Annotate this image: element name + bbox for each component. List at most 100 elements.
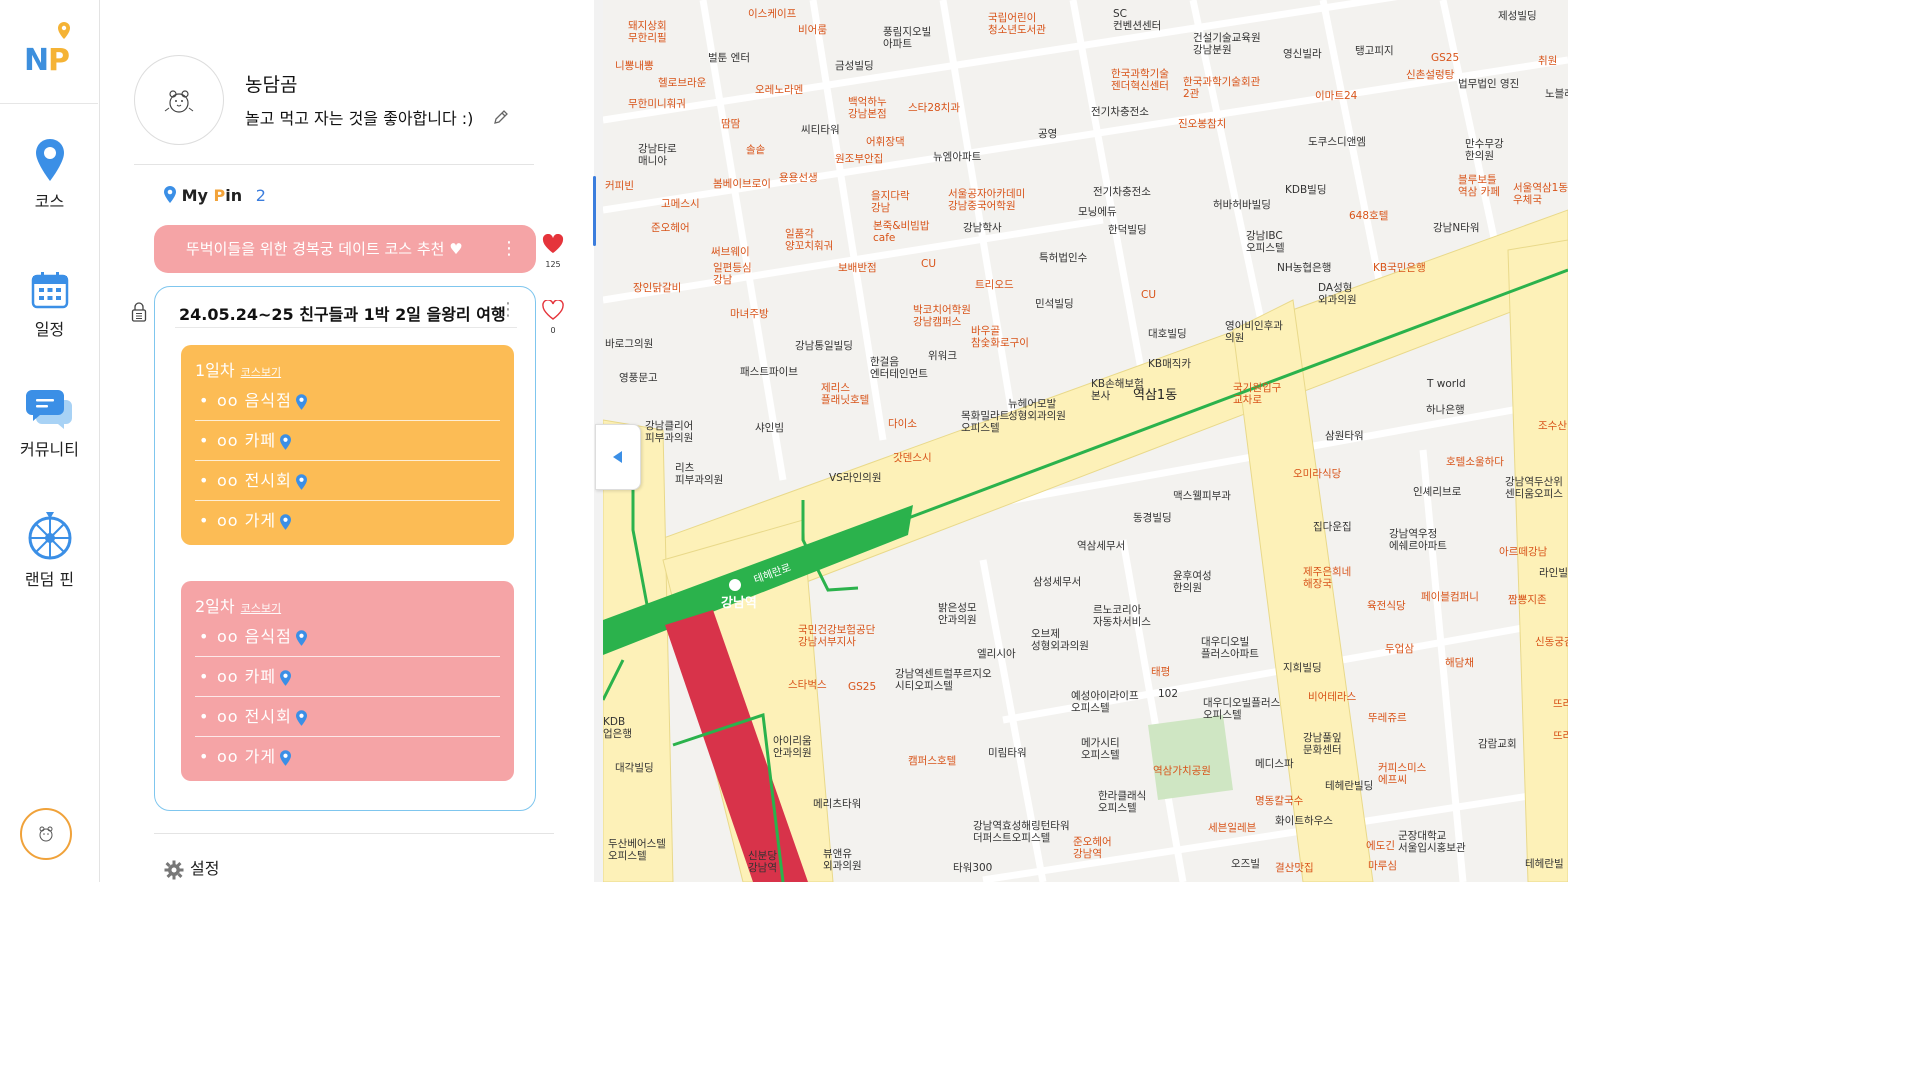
map-poi-label[interactable]: 테헤란빌 — [1525, 858, 1564, 870]
scrollbar[interactable] — [593, 176, 596, 246]
map-poi-label[interactable]: KB매직카 — [1148, 358, 1191, 370]
map-poi-label[interactable]: 스타28치과 — [908, 102, 960, 114]
app-logo[interactable]: N P — [22, 20, 78, 78]
map-poi-label[interactable]: 을지다락 강남 — [871, 190, 910, 214]
map-poi-label[interactable]: 공영 — [1038, 128, 1057, 140]
map-poi-label[interactable]: 영이비인후과 의원 — [1225, 320, 1283, 344]
map-poi-label[interactable]: 스타벅스 — [788, 679, 827, 691]
map-poi-label[interactable]: 비어테라스 — [1308, 691, 1356, 703]
map-poi-label[interactable]: 용용선생 — [779, 172, 818, 184]
map-poi-label[interactable]: 국립어린이 청소년도서관 — [988, 12, 1046, 36]
like-button-2[interactable]: 0 — [542, 299, 564, 335]
map-poi-label[interactable]: 백억하누 강남본점 — [848, 96, 887, 120]
map-poi-label[interactable]: 하나은행 — [1426, 404, 1465, 416]
map-poi-label[interactable]: 진오봉참치 — [1178, 118, 1226, 130]
map-poi-label[interactable]: 원조부안집 — [835, 153, 883, 165]
map-poi-label[interactable]: 뉴헤어모발 성형외과의원 — [1008, 398, 1066, 422]
map-poi-label[interactable]: 마루심 — [1368, 860, 1397, 872]
map-view[interactable]: 국립어린이 청소년도서관 SC 컨벤션센터 건설기술교육원 강남분원 영신빌라 탱고피지… — [603, 0, 1568, 882]
list-item[interactable]: oo 전시회 — [195, 697, 500, 737]
map-poi-label[interactable]: 오레노라멘 — [755, 84, 803, 96]
map-poi-label[interactable]: 메가시티 오피스텔 — [1081, 737, 1120, 761]
map-poi-label[interactable]: 제성빌딩 — [1498, 10, 1537, 22]
map-poi-label[interactable]: 솔솥 — [746, 144, 765, 156]
map-poi-label[interactable]: 국기원입구 교차로 — [1233, 382, 1281, 406]
map-poi-label[interactable]: 보배반점 — [838, 262, 877, 274]
map-poi-label[interactable]: GS25 — [1431, 52, 1459, 64]
map-poi-label[interactable]: 동경빌딩 — [1133, 512, 1172, 524]
map-poi-label[interactable]: 명동칼국수 — [1255, 795, 1303, 807]
map-poi-label[interactable]: 비어룸 — [798, 24, 827, 36]
list-item[interactable]: oo 음식점 — [195, 381, 500, 421]
map-poi-label[interactable]: 블루보틀 역삼 카페 — [1458, 174, 1500, 198]
map-poi-label[interactable]: 커피스미스 에프씨 — [1378, 762, 1426, 786]
nav-course[interactable]: 코스 — [0, 138, 99, 212]
map-poi-label[interactable]: 강남역두산위 센티움오피스 — [1505, 476, 1563, 500]
map-poi-label[interactable]: 육전식당 — [1367, 600, 1406, 612]
list-item[interactable]: oo 카페 — [195, 421, 500, 461]
map-poi-label[interactable]: 패스트파이브 — [740, 366, 798, 378]
map-poi-label[interactable]: 만수무강 한의원 — [1465, 138, 1504, 162]
map-poi-label[interactable]: KB국민은행 — [1373, 262, 1426, 274]
map-poi-label[interactable]: 헬로브라운 — [658, 77, 706, 89]
map-poi-label[interactable]: 뜨라네 — [1553, 730, 1568, 742]
map-poi-label[interactable]: 대각빌딩 — [615, 762, 654, 774]
edit-bio-button[interactable] — [492, 108, 510, 130]
map-poi-label[interactable]: 한걸음 엔터테인먼트 — [870, 356, 928, 380]
map-poi-label[interactable]: 영풍문고 — [619, 372, 658, 384]
map-poi-label[interactable]: 고메스시 — [661, 198, 700, 210]
map-poi-label[interactable]: 뉴엠아파트 — [933, 151, 981, 163]
nav-community[interactable]: 커뮤니티 — [0, 388, 99, 460]
map-poi-label[interactable]: 강남통일빌딩 — [795, 340, 853, 352]
map-poi-label[interactable]: 전기차충전소 — [1093, 186, 1151, 198]
map-poi-label[interactable]: KDB빌딩 — [1285, 184, 1327, 196]
more-icon[interactable]: ⋮ — [499, 299, 517, 320]
map-poi-label[interactable]: 강남학사 — [963, 222, 1002, 234]
like-button-1[interactable]: 125 — [542, 233, 564, 269]
map-poi-label[interactable]: 두산베어스텔 오피스텔 — [608, 838, 666, 862]
map-poi-label[interactable]: 타워300 — [953, 862, 992, 874]
map-poi-label[interactable]: 메디스파 — [1255, 758, 1294, 770]
map-poi-label[interactable]: 라인빌 — [1539, 567, 1568, 579]
map-poi-label[interactable]: 국민건강보험공단 강남서부지사 — [798, 624, 875, 648]
map-poi-label[interactable]: SC 컨벤션센터 — [1113, 8, 1161, 32]
map-poi-label[interactable]: 조수산 — [1538, 420, 1567, 432]
map-poi-label[interactable]: CU — [921, 258, 936, 270]
map-poi-label[interactable]: 건설기술교육원 강남분원 — [1193, 32, 1261, 56]
map-poi-label[interactable]: 강남N타워 — [1433, 222, 1480, 234]
map-poi-label[interactable]: 땀땀 — [721, 118, 740, 130]
map-poi-label[interactable]: T world — [1427, 378, 1466, 390]
map-poi-label[interactable]: VS라인의원 — [829, 472, 882, 484]
map-poi-label[interactable]: 서울공자아카데미 강남중국어학원 — [948, 188, 1025, 212]
map-poi-label[interactable]: 뷰앤유 외과의원 — [823, 848, 862, 872]
map-poi-label[interactable]: 군장대학교 서울입시홍보관 — [1398, 830, 1466, 854]
map-poi-label[interactable]: 돼지상회 무한리필 — [628, 20, 667, 44]
map-poi-label[interactable]: 일품각 양꼬치훠궈 — [785, 228, 833, 252]
map-poi-label[interactable]: CU — [1141, 289, 1156, 301]
map-poi-label[interactable]: 마녀주방 — [730, 308, 769, 320]
map-poi-label[interactable]: 강남역효성해링턴타워 더퍼스트오피스텔 — [973, 820, 1070, 844]
map-poi-label[interactable]: 영신빌라 — [1283, 48, 1322, 60]
collapse-panel-button[interactable] — [595, 424, 641, 490]
map-poi-label[interactable]: 장인닭갈비 — [633, 282, 681, 294]
map-poi-label[interactable]: 벌툰 엔터 — [708, 52, 750, 64]
map-poi-label[interactable]: 바로그의원 — [605, 338, 653, 350]
map-poi-label[interactable]: 대호빌딩 — [1148, 328, 1187, 340]
map-poi-label[interactable]: 트리오드 — [975, 279, 1014, 291]
map-poi-label[interactable]: 준오헤어 강남역 — [1073, 836, 1112, 860]
map-poi-label[interactable]: 한국과학기술 젠더혁신센터 — [1111, 68, 1169, 92]
map-poi-label[interactable]: 해담채 — [1445, 657, 1474, 669]
map-poi-label[interactable]: 노블레 — [1545, 88, 1568, 100]
profile-avatar[interactable] — [134, 55, 224, 145]
view-course-link[interactable]: 코스보기 — [241, 366, 281, 379]
map-poi-label[interactable]: 역삼1동 — [1133, 389, 1177, 402]
map-poi-label[interactable]: 인셰리브로 — [1413, 486, 1461, 498]
map-poi-label[interactable]: 648호텔 — [1349, 210, 1388, 222]
map-poi-label[interactable]: 예성아이라이프 오피스텔 — [1071, 690, 1139, 714]
map-poi-label[interactable]: 캠퍼스호텔 — [908, 755, 956, 767]
map-poi-label[interactable]: 봄베이브로이 — [713, 178, 771, 190]
map-poi-label[interactable]: 아이리움 안과의원 — [773, 735, 812, 759]
map-poi-label[interactable]: 페이블컴퍼니 — [1421, 591, 1479, 603]
map-poi-label[interactable]: 화이트하우스 — [1275, 815, 1333, 827]
view-course-link[interactable]: 코스보기 — [241, 602, 281, 615]
